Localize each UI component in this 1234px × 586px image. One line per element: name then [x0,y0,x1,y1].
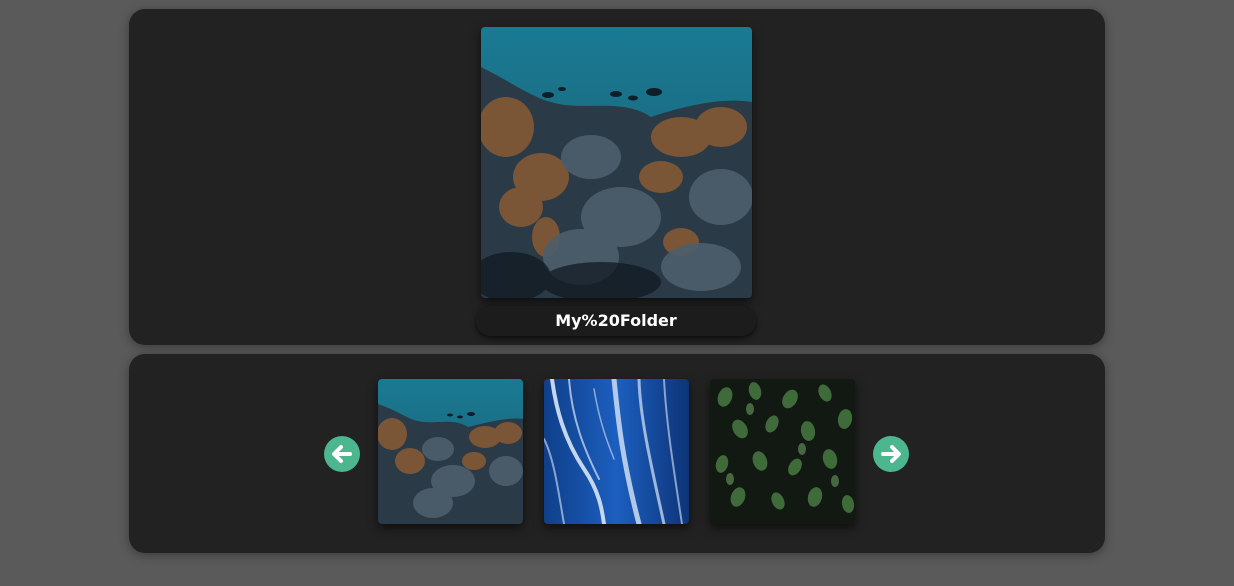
thumbnail-coral-reef[interactable] [378,379,523,524]
folder-name-label: My%20Folder [476,306,756,336]
thumbnail-strip-panel [129,354,1105,553]
coral-reef-image [481,27,752,298]
arrow-right-icon [881,445,901,463]
thumbnail-green-leaves[interactable] [710,379,855,524]
arrow-left-icon [332,445,352,463]
blue-waterfall-thumbnail-image [544,379,689,524]
green-leaves-thumbnail-image [710,379,855,524]
next-button[interactable] [873,436,909,472]
coral-reef-thumbnail-image [378,379,523,524]
main-image [481,27,752,298]
previous-button[interactable] [324,436,360,472]
image-viewer-panel: My%20Folder [129,9,1105,345]
thumbnail-blue-waterfall[interactable] [544,379,689,524]
